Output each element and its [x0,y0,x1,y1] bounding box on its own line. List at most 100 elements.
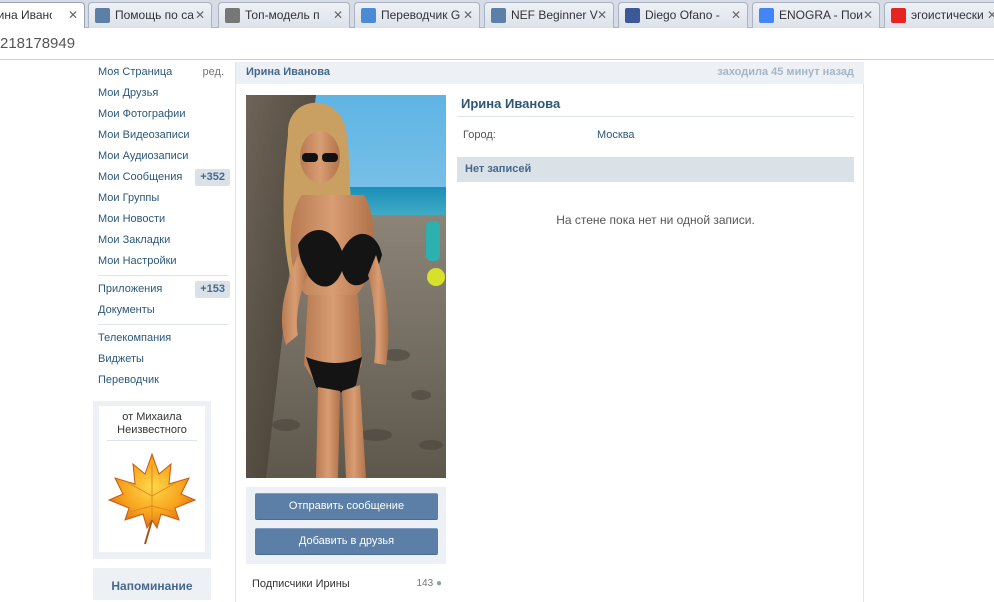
nav-item-label[interactable]: Мои Настройки [98,255,177,267]
gift-from-line2: Неизвестного [117,424,187,436]
nav-item-label[interactable]: Мои Новости [98,213,165,225]
maple-leaf-icon [107,452,197,545]
address-bar[interactable]: 218178949 [0,28,994,60]
nav-item[interactable]: Мои Закладки [92,230,232,251]
close-tab-icon[interactable]: ✕ [987,3,994,27]
browser-tab-label: Топ-модель п [245,8,320,22]
people-icon: ● [435,578,442,589]
nav-item-label[interactable]: Переводчик [98,374,159,386]
city-row: Город: Москва [457,117,854,153]
browser-tab[interactable]: Diego Ofano - ✕ [618,2,748,28]
web-icon [225,8,240,23]
subscribers-label[interactable]: Подписчики Ирины [252,578,350,590]
nav-divider [98,324,228,325]
nav-item[interactable]: Мои Сообщения +352 [92,167,232,188]
close-tab-icon[interactable]: ✕ [333,3,343,27]
browser-tab-label: Помощь по са [115,8,194,22]
left-navigation: Моя Страница ред. Мои Друзья Мои Фотографии… [92,62,232,391]
reminder-title: Напоминание [111,579,193,593]
nav-divider [98,275,228,276]
browser-tab-label: рина Иванова [0,8,52,22]
profile-header: Ирина Иванова заходила 45 минут назад [236,62,864,84]
send-message-button[interactable]: Отправить сообщение [255,493,438,520]
close-tab-icon[interactable]: ✕ [68,3,78,27]
nav-item[interactable]: Мои Аудиозаписи [92,146,232,167]
header-name: Ирина Иванова [246,66,330,78]
browser-tab-label: NEF Beginner V [511,8,598,22]
close-tab-icon[interactable]: ✕ [731,3,741,27]
nav-item-label[interactable]: Документы [98,304,155,316]
facebook-icon [625,8,640,23]
profile-photo-image [246,95,446,478]
city-value[interactable]: Москва [597,129,635,141]
gift-block[interactable]: от Михаила Неизвестного [93,401,211,559]
nav-item-label[interactable]: Виджеты [98,353,144,365]
browser-tab[interactable]: ENOGRA - Пои ✕ [752,2,880,28]
wall-empty-message: На стене пока нет ни одной записи. [556,213,755,227]
close-tab-icon[interactable]: ✕ [195,3,205,27]
vk-icon [95,8,110,23]
nav-item[interactable]: Мои Новости [92,209,232,230]
nav-item-label[interactable]: Мои Закладки [98,234,170,246]
profile-name: Ирина Иванова [457,95,854,117]
last-seen-status: заходила 45 минут назад [717,66,854,78]
browser-tab[interactable]: Помощь по са ✕ [88,2,212,28]
url-text[interactable]: 218178949 [0,35,75,52]
subscribers-count: 143 ● [416,578,442,589]
browser-tab[interactable]: Переводчик G ✕ [354,2,480,28]
gift-card[interactable]: от Михаила Неизвестного [99,406,205,552]
close-tab-icon[interactable]: ✕ [597,3,607,27]
wall-title: Нет записей [465,163,532,175]
nav-item[interactable]: Документы [92,300,232,321]
city-label: Город: [463,129,496,141]
nav-item[interactable]: Мои Видеозаписи [92,125,232,146]
browser-tab-label: Diego Ofano - [645,8,720,22]
nav-item[interactable]: Переводчик [92,370,232,391]
reminder-block: Напоминание [93,568,211,600]
nav-item-label[interactable]: Мои Фотографии [98,108,185,120]
nav-item[interactable]: Мои Фотографии [92,104,232,125]
count-badge: +153 [195,281,230,298]
close-tab-icon[interactable]: ✕ [463,3,473,27]
gift-from-line1: от Михаила [122,411,182,423]
subscribers-link[interactable]: Подписчики Ирины 143 ● [252,578,442,590]
gift-divider [107,440,197,441]
browser-tab[interactable]: рина Иванова ✕ [0,2,85,28]
browser-tab-label: ENOGRA - Пои [779,8,864,22]
nav-item[interactable]: Моя Страница ред. [92,62,232,83]
nav-item-label[interactable]: Мои Друзья [98,87,158,99]
nav-item[interactable]: Мои Группы [92,188,232,209]
add-friend-button[interactable]: Добавить в друзья [255,528,438,555]
close-tab-icon[interactable]: ✕ [863,3,873,27]
browser-tab[interactable]: Топ-модель п ✕ [218,2,350,28]
browser-tab-label: эгоистически [911,8,984,22]
nav-item-label[interactable]: Мои Группы [98,192,159,204]
nav-item-label[interactable]: Моя Страница [98,66,172,78]
nav-item-label[interactable]: Телекомпания [98,332,171,344]
nav-item[interactable]: Приложения +153 [92,279,232,300]
edit-link[interactable]: ред. [203,62,224,83]
browser-tab-label: Переводчик G [381,8,461,22]
profile-page: Ирина Иванова заходила 45 минут назад От… [235,62,864,602]
profile-info: Ирина Иванова Город: Москва [457,95,854,153]
profile-photo[interactable] [246,95,446,478]
nav-item[interactable]: Виджеты [92,349,232,370]
yandex-icon [891,8,906,23]
gift-sender: от Михаила Неизвестного [99,411,205,437]
nav-item-label[interactable]: Приложения [98,283,162,295]
google-icon [759,8,774,23]
translate-icon [361,8,376,23]
nav-item-label[interactable]: Мои Сообщения [98,171,182,183]
nav-item-label[interactable]: Мои Видеозаписи [98,129,190,141]
browser-tab[interactable]: NEF Beginner V ✕ [484,2,614,28]
browser-tabbar: рина Иванова✕Помощь по са✕Топ-модель п✕П… [0,0,994,28]
nav-item[interactable]: Мои Друзья [92,83,232,104]
nav-item-label[interactable]: Мои Аудиозаписи [98,150,188,162]
vk-icon [491,8,506,23]
profile-actions: Отправить сообщение Добавить в друзья [246,487,446,564]
browser-tab[interactable]: эгоистически✕ [884,2,994,28]
nav-item[interactable]: Телекомпания [92,328,232,349]
count-badge: +352 [195,169,230,186]
nav-item[interactable]: Мои Настройки [92,251,232,272]
wall-header: Нет записей [457,157,854,182]
